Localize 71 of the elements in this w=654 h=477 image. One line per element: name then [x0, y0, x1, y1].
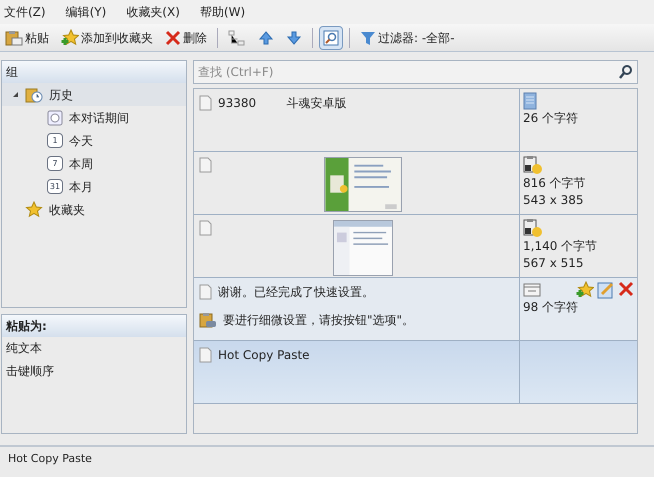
search-icon[interactable] — [618, 64, 634, 80]
star-plus-icon — [576, 281, 594, 298]
tree-label: 本月 — [69, 178, 93, 196]
clip-row[interactable]: 816 个字节 543 x 385 — [194, 152, 637, 215]
menu-item[interactable]: 收藏夹(X) — [126, 3, 180, 21]
calendar-icon: 1 — [47, 133, 63, 148]
clipboard-icon — [5, 30, 23, 46]
filter-button[interactable]: 过滤器: -全部- — [356, 26, 459, 50]
clip-row[interactable]: 93380 斗魂安卓版 26 个字符 — [194, 89, 637, 152]
tree-item[interactable]: 7 本周 — [2, 152, 186, 175]
favorite-button[interactable]: 添加到收藏夹 — [57, 26, 157, 50]
clock-icon — [47, 110, 63, 126]
menu-item[interactable]: 文件(Z) — [4, 3, 46, 21]
tree-item[interactable]: 31 本月 — [2, 175, 186, 198]
clipboard-image-icon — [523, 155, 543, 175]
up-arrow-icon — [258, 30, 274, 46]
tree-label: 本周 — [69, 156, 93, 172]
tree-label: 历史 — [49, 86, 73, 104]
tree-icon — [228, 30, 246, 46]
clip-text: 要进行细微设置，请按按钮"选项"。 — [223, 312, 414, 329]
tree-item[interactable]: 收藏夹 — [2, 198, 186, 221]
magnifier-icon — [323, 30, 339, 46]
edit-icon[interactable] — [597, 281, 615, 299]
notepad-icon — [523, 92, 537, 110]
star-plus-icon — [61, 29, 79, 46]
tree-label: 本对话期间 — [69, 110, 129, 126]
document-icon — [199, 284, 212, 300]
paste-option[interactable]: 击键顺序 — [2, 360, 186, 383]
clip-info: 816 个字节 — [523, 175, 587, 192]
window-icon — [523, 283, 541, 297]
panel-title: 组 — [2, 61, 186, 83]
clip-text: Hot Copy Paste — [218, 347, 310, 364]
status-text: Hot Copy Paste — [8, 452, 92, 465]
calendar-icon: 7 — [47, 156, 63, 171]
clip-text: 93380 斗魂安卓版 — [218, 95, 347, 112]
clipboard-image-icon — [523, 218, 543, 238]
expander-icon[interactable] — [12, 91, 19, 98]
clip-row[interactable]: 1,140 个字节 567 x 515 — [194, 215, 637, 278]
clip-info: 567 x 515 — [523, 255, 585, 272]
preview-button[interactable] — [319, 26, 343, 50]
document-icon — [199, 157, 212, 173]
paste-option[interactable]: 纯文本 — [2, 337, 186, 360]
document-icon — [199, 220, 212, 236]
clip-text: 谢谢。已经完成了快速设置。 — [218, 284, 374, 301]
close-icon — [165, 30, 181, 46]
clip-info: 1,140 个字节 — [523, 238, 598, 255]
document-icon — [199, 95, 212, 111]
star-icon — [25, 201, 43, 218]
tree-label: 今天 — [69, 132, 93, 150]
paste-button[interactable]: 粘贴 — [1, 26, 53, 50]
delete-button[interactable]: 删除 — [161, 26, 211, 50]
clip-row[interactable]: Hot Copy Paste — [194, 341, 637, 404]
close-icon — [618, 281, 634, 297]
down-arrow-icon — [286, 30, 302, 46]
clip-row[interactable]: 谢谢。已经完成了快速设置。 要进行细微设置，请按按钮"选项"。 98 个字符 — [194, 278, 637, 341]
clipboard-icon — [199, 312, 217, 328]
clip-info: 543 x 385 — [523, 192, 585, 209]
clip-info: 98 个字符 — [523, 299, 580, 316]
clock-folder-icon — [25, 86, 43, 103]
tree-item[interactable]: 本对话期间 — [2, 106, 186, 129]
menu-item[interactable]: 编辑(Y) — [66, 3, 106, 21]
tree-item[interactable]: 1 今天 — [2, 129, 186, 152]
tree-label: 收藏夹 — [49, 202, 85, 218]
calendar-icon: 31 — [47, 179, 63, 194]
panel-title: 粘贴为: — [2, 315, 186, 337]
search-field[interactable]: 查找 (Ctrl+F) — [193, 60, 638, 84]
clip-info: 26 个字符 — [523, 110, 580, 127]
filter-icon — [360, 30, 376, 46]
tree-item[interactable]: 历史 — [2, 83, 186, 106]
menu-item[interactable]: 帮助(W) — [200, 3, 246, 21]
document-icon — [199, 347, 212, 363]
